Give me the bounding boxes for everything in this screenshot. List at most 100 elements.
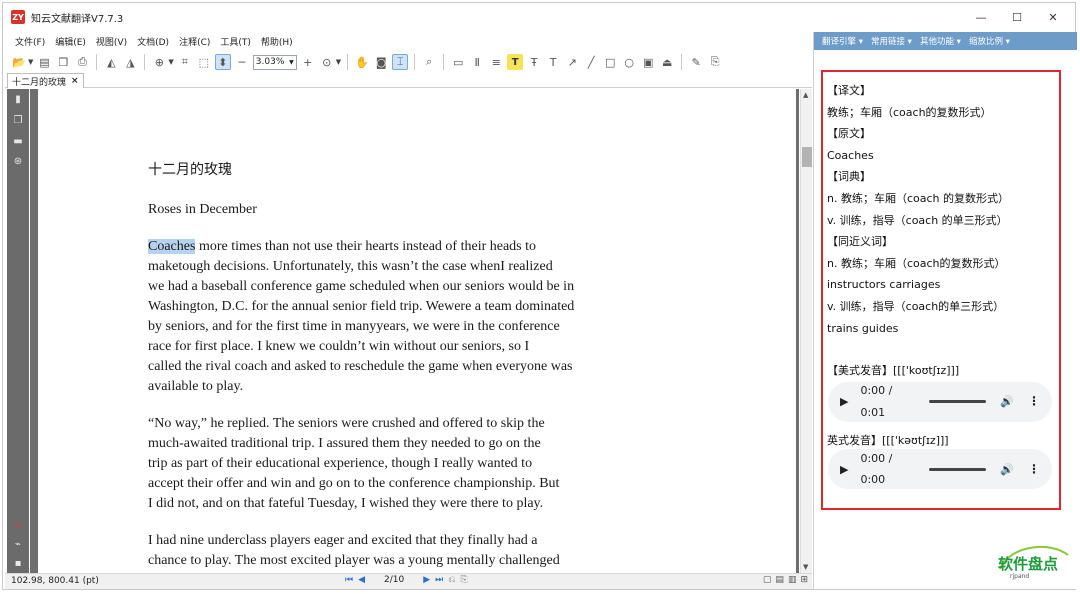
more-options-icon[interactable]: ⋮	[1028, 391, 1040, 413]
audio-progress-track[interactable]	[929, 400, 987, 404]
menu-edit[interactable]: 编辑(E)	[50, 35, 91, 48]
snapshot-icon[interactable]: ◙	[373, 54, 389, 70]
ellipse-icon[interactable]: ○	[621, 54, 637, 70]
print-icon[interactable]: ⎙	[74, 54, 90, 70]
chevron-down-icon[interactable]: ▼	[28, 58, 33, 66]
line-icon[interactable]: ╱	[583, 54, 599, 70]
minimize-button[interactable]: —	[963, 3, 999, 31]
prev-page-icon[interactable]: ◀	[358, 575, 365, 585]
comment-icon[interactable]: ▪	[12, 557, 24, 569]
fit-page-icon[interactable]: ⬚	[196, 54, 212, 70]
text-box-icon[interactable]: Ⅱ	[469, 54, 485, 70]
close-icon[interactable]: ×	[71, 76, 79, 86]
rotate-left-icon[interactable]: ◭	[103, 54, 119, 70]
stamp-icon[interactable]: ≡	[488, 54, 504, 70]
document-scrollbar[interactable]: ▲ ▼	[800, 89, 812, 573]
volume-icon[interactable]: 🔊	[1000, 391, 1014, 413]
chevron-down-icon[interactable]: ▼	[336, 58, 341, 66]
single-page-icon[interactable]: ▢	[763, 575, 772, 585]
document-tab-bar: 十二月的玫瑰 ×	[5, 73, 812, 88]
volume-icon[interactable]: 🔊	[1000, 459, 1014, 481]
chevron-down-icon[interactable]: ▼	[168, 58, 173, 66]
section-translation: 【译文】	[827, 84, 871, 97]
uk-audio-player[interactable]: ▶ 0:00 / 0:00 🔊 ⋮	[828, 449, 1052, 490]
sign-icon[interactable]: ⎘	[707, 54, 723, 70]
attachment-icon[interactable]: ⌁	[12, 538, 24, 550]
toolbar-divider	[96, 54, 98, 70]
play-icon[interactable]: ▶	[840, 459, 848, 481]
paragraph-line: I had nine underclass players eager and …	[148, 533, 538, 548]
rotate-right-icon[interactable]: ◮	[122, 54, 138, 70]
forward-icon[interactable]: ⎘	[460, 575, 467, 585]
next-page-icon[interactable]: ▶	[423, 575, 430, 585]
zoom-select[interactable]: 3.03% ▼	[252, 54, 297, 70]
paragraph-line: Coaches more times than not use their he…	[148, 239, 537, 254]
note-icon[interactable]: ▭	[450, 54, 466, 70]
strikeout-icon[interactable]: Ŧ	[526, 54, 542, 70]
edit-icon[interactable]: ✎	[688, 54, 704, 70]
translation-toolbar: 翻译引擎 ▾ 常用链接 ▾ 其他功能 ▾ 缩放比例 ▾	[814, 32, 1077, 50]
original-text: Coaches	[827, 148, 874, 162]
rectangle-icon[interactable]: □	[602, 54, 618, 70]
audio-progress-track[interactable]	[929, 467, 987, 471]
toolbar-divider	[443, 54, 445, 70]
link-icon[interactable]: ∞	[12, 519, 24, 531]
continuous-icon[interactable]: ▤	[775, 575, 784, 585]
menu-file[interactable]: 文件(F)	[5, 35, 50, 48]
more-options-icon[interactable]: ⋮	[1028, 459, 1040, 481]
watermark-subtext: rjpand	[1010, 573, 1030, 580]
menu-document[interactable]: 文档(D)	[132, 35, 174, 48]
tab-document[interactable]: 十二月的玫瑰 ×	[7, 73, 84, 88]
facing-icon[interactable]: ⊞	[800, 575, 808, 585]
select-tool-icon[interactable]: ⌶	[392, 54, 409, 70]
selected-word[interactable]: Coaches	[148, 239, 196, 254]
synonym-words: trains guides	[827, 321, 899, 335]
file-attach-icon[interactable]: ▣	[640, 54, 656, 70]
close-button[interactable]: ✕	[1035, 3, 1071, 31]
bookmark-icon[interactable]: ▮	[12, 93, 24, 105]
hand-tool-icon[interactable]: ✋	[354, 54, 370, 70]
menu-help[interactable]: 帮助(H)	[256, 35, 298, 48]
two-page-icon[interactable]: ▥	[788, 575, 797, 585]
zoom-in-icon[interactable]: ⊕	[151, 54, 167, 70]
zoom-value: 3.03%	[255, 57, 285, 67]
section-dictionary: 【词典】	[827, 170, 871, 184]
scroll-thumb[interactable]	[802, 147, 812, 167]
play-icon[interactable]: ▶	[840, 391, 848, 413]
scroll-up-icon[interactable]: ▲	[803, 91, 808, 99]
scroll-down-icon[interactable]: ▼	[803, 563, 808, 571]
translate-engine-menu[interactable]: 翻译引擎 ▾	[822, 35, 863, 47]
last-page-icon[interactable]: ⏭	[435, 575, 443, 585]
fit-width-icon[interactable]: ⬍	[214, 54, 231, 70]
open-folder-icon[interactable]: 📂	[11, 54, 27, 70]
pages-icon[interactable]: ❐	[12, 114, 24, 126]
search-icon[interactable]: ⊛	[12, 155, 24, 167]
arrow-icon[interactable]: ↗	[564, 54, 580, 70]
other-functions-menu[interactable]: 其他功能 ▾	[920, 35, 961, 47]
common-links-menu[interactable]: 常用链接 ▾	[871, 35, 912, 47]
maximize-button[interactable]: ☐	[999, 3, 1035, 31]
copy-icon[interactable]: ❐	[55, 54, 71, 70]
document-page[interactable]: 十二月的玫瑰 Roses in December Coaches more ti…	[38, 89, 796, 573]
zoom-ratio-menu[interactable]: 缩放比例 ▾	[969, 35, 1010, 47]
highlight-icon[interactable]: T	[507, 54, 524, 70]
save-icon[interactable]: ▤	[36, 54, 52, 70]
first-page-icon[interactable]: ⏮	[345, 575, 353, 585]
translation-text: 教练；车厢（coach的复数形式）	[827, 105, 992, 119]
menu-tools[interactable]: 工具(T)	[215, 35, 256, 48]
audio-time: 0:00 / 0:01	[860, 384, 893, 419]
add-icon[interactable]: +	[300, 54, 316, 70]
crop-icon[interactable]: ⌗	[177, 54, 193, 70]
layers-icon[interactable]: ▬	[12, 135, 24, 147]
page-indicator[interactable]: 2/10	[370, 575, 418, 585]
signature-icon[interactable]: ⏏	[659, 54, 675, 70]
menu-comment[interactable]: 注释(C)	[174, 35, 215, 48]
underline-icon[interactable]: T	[545, 54, 561, 70]
menu-view[interactable]: 视图(V)	[91, 35, 132, 48]
search-icon[interactable]: ⌕	[421, 54, 437, 70]
us-audio-player[interactable]: ▶ 0:00 / 0:01 🔊 ⋮	[828, 381, 1052, 422]
document-canvas[interactable]: 十二月的玫瑰 Roses in December Coaches more ti…	[30, 89, 799, 573]
zoom-out-icon[interactable]: ─	[234, 54, 250, 70]
play-icon[interactable]: ⊙	[319, 54, 335, 70]
back-icon[interactable]: ⎌	[448, 575, 455, 585]
